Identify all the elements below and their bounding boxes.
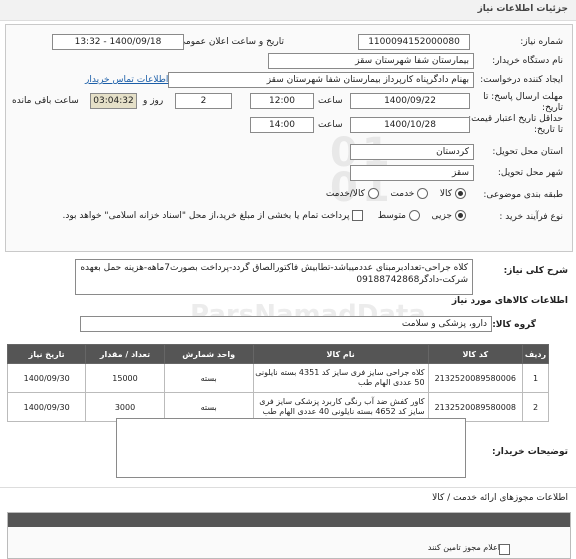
treasury-payment-note: پرداخت تمام یا بخشی از مبلغ خرید،از محل …: [62, 211, 350, 221]
deadline-time-label: ساعت: [318, 96, 343, 106]
summary-text: کلاه جراحی-تعدادبرمبنای عددمیباشد-تطابیش…: [75, 259, 473, 295]
table-row: 1 2132520089580006 کلاه جراحی سایز فری س…: [6, 363, 550, 393]
row-index: 1: [521, 363, 550, 393]
process-radio-group: جزیی متوسط پرداخت تمام یا بخشی از مبلغ خ…: [62, 210, 466, 221]
permit-row-text: اعلام مجوز تامین کنند: [427, 543, 500, 552]
col-unit: واحد شمارش: [163, 344, 254, 364]
need-number-field: 1100094152000080: [358, 34, 470, 50]
creator-field: بهنام دادگرپناه کارپرداز بیمارستان شفا ش…: [168, 72, 474, 88]
validity-time-field: 14:00: [250, 117, 314, 133]
row-index: 2: [521, 392, 550, 422]
row-qty: 15000: [85, 363, 165, 393]
city-field: سقز: [350, 165, 474, 181]
city-label: شهر محل تحویل:: [497, 168, 563, 178]
province-field: کردستان: [350, 144, 474, 160]
row-code: 2132520089580006: [427, 363, 523, 393]
category-label: طبقه بندی موضوعی:: [483, 190, 563, 200]
validity-time-label: ساعت: [318, 120, 343, 130]
category-option-both[interactable]: کالا/خدمت: [326, 188, 379, 199]
radio-icon[interactable]: [455, 210, 466, 221]
col-qty: تعداد / مقدار: [85, 344, 165, 364]
deadline-label: مهلت ارسال پاسخ: تا تاریخ:: [483, 92, 563, 113]
radio-icon[interactable]: [455, 188, 466, 199]
province-label: استان محل تحویل:: [492, 147, 563, 157]
buyer-label: نام دستگاه خریدار:: [492, 56, 563, 66]
deadline-time-field: 12:00: [250, 93, 314, 109]
col-code: کد کالا: [427, 344, 523, 364]
radio-icon[interactable]: [417, 188, 429, 199]
validity-date-field: 1400/10/28: [350, 117, 470, 133]
goods-group-label: گروه کالا:: [492, 320, 536, 330]
buyer-notes-box: [116, 418, 466, 478]
buyer-field: بیمارستان شفا شهرستان سقز: [268, 53, 474, 69]
page-title: جزئیات اطلاعات نیاز: [477, 4, 568, 14]
buyer-contact-link[interactable]: اطلاعات تماس خریدار: [85, 75, 168, 85]
buyer-notes-label: توضیحات خریدار:: [492, 447, 568, 457]
process-option-minor[interactable]: جزیی: [431, 210, 466, 221]
page-header: جزئیات اطلاعات نیاز: [0, 0, 576, 21]
category-radio-group: کالا خدمت کالا/خدمت: [326, 188, 466, 199]
category-option-service[interactable]: خدمت: [390, 188, 429, 199]
remaining-time-label: ساعت باقی مانده: [12, 96, 79, 106]
radio-icon[interactable]: [409, 210, 420, 221]
divider: [0, 487, 576, 488]
row-date: 1400/09/30: [6, 363, 87, 393]
row-unit: بسته: [163, 363, 254, 393]
remaining-time-field: 03:04:32: [90, 93, 137, 109]
process-label: نوع فرآیند خرید :: [499, 212, 563, 222]
announce-label: تاریخ و ساعت اعلان عمومی:: [175, 37, 284, 47]
deadline-date-field: 1400/09/22: [350, 93, 470, 109]
permits-table: اعلام مجوز تامین کنند: [7, 512, 571, 559]
category-option-goods[interactable]: کالا: [440, 188, 466, 199]
col-name: نام کالا: [252, 344, 429, 364]
goods-section-title: اطلاعات کالاهای مورد نیاز: [451, 296, 568, 306]
goods-table: ردیف کد کالا نام کالا واحد شمارش تعداد /…: [6, 344, 550, 422]
need-number-label: شماره نیاز:: [520, 37, 563, 47]
days-label: روز و: [143, 96, 164, 106]
radio-icon[interactable]: [367, 188, 379, 199]
days-remaining-field: 2: [175, 93, 232, 109]
announce-field: 1400/09/18 - 13:32: [52, 34, 184, 50]
validity-label: حداقل تاریخ اعتبار قیمت: تا تاریخ:: [468, 114, 563, 135]
permits-title: اطلاعات مجوزهای ارائه خدمت / کالا: [432, 493, 568, 503]
row-date: 1400/09/30: [6, 392, 87, 422]
summary-label: شرح کلی نیاز:: [503, 266, 568, 276]
goods-group-field: دارو، پزشکی و سلامت: [80, 316, 492, 332]
goods-table-header: ردیف کد کالا نام کالا واحد شمارش تعداد /…: [6, 344, 550, 364]
row-name: کلاه جراحی سایز فری سایز کد 4351 بسته نا…: [252, 363, 429, 393]
col-date: تاریخ نیاز: [6, 344, 87, 364]
col-index: ردیف: [521, 344, 550, 364]
treasury-payment-checkbox[interactable]: [352, 210, 364, 221]
creator-label: ایجاد کننده درخواست:: [480, 75, 563, 85]
process-option-medium[interactable]: متوسط: [378, 210, 420, 221]
permits-table-header: [8, 513, 570, 527]
permit-checkbox[interactable]: [499, 544, 510, 555]
